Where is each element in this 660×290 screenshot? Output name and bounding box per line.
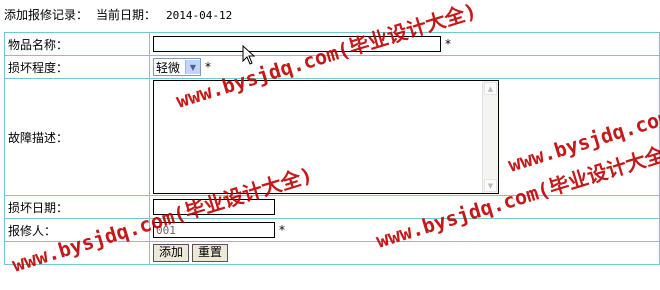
damage-level-cell: 轻微 ▼ * bbox=[149, 55, 660, 79]
buttons-cell: 添加 重置 bbox=[149, 241, 660, 265]
scroll-up-icon[interactable]: ▲ bbox=[484, 82, 497, 95]
empty-cell bbox=[4, 241, 150, 265]
scroll-down-icon[interactable]: ▼ bbox=[484, 179, 497, 192]
repair-form-table: 物品名称： * 损坏程度： 轻微 ▼ * 故障描述： ▲ ▼ 损坏日期： 报修人… bbox=[4, 32, 660, 265]
current-date: 2014-04-12 bbox=[166, 9, 233, 22]
row-reporter: 报修人： * bbox=[4, 218, 660, 242]
chevron-down-icon[interactable]: ▼ bbox=[185, 60, 200, 74]
add-button[interactable]: 添加 bbox=[153, 244, 190, 262]
required-mark: * bbox=[445, 37, 451, 51]
reporter-input[interactable] bbox=[153, 222, 275, 238]
item-name-input[interactable] bbox=[153, 36, 441, 52]
description-textarea[interactable]: ▲ ▼ bbox=[153, 80, 499, 194]
damage-date-input[interactable] bbox=[153, 199, 275, 215]
description-label: 故障描述： bbox=[4, 78, 150, 196]
row-description: 故障描述： ▲ ▼ bbox=[4, 78, 660, 196]
reporter-cell: * bbox=[149, 218, 660, 242]
damage-level-select[interactable]: 轻微 ▼ bbox=[153, 58, 201, 76]
row-damage-level: 损坏程度： 轻微 ▼ * bbox=[4, 55, 660, 79]
scrollbar[interactable]: ▲ ▼ bbox=[482, 81, 498, 193]
date-label: 当前日期： bbox=[96, 8, 157, 22]
item-name-label: 物品名称： bbox=[4, 32, 150, 56]
item-name-cell: * bbox=[149, 32, 660, 56]
description-cell: ▲ ▼ bbox=[149, 78, 660, 196]
required-mark: * bbox=[205, 60, 211, 74]
damage-date-cell bbox=[149, 195, 660, 219]
reset-button[interactable]: 重置 bbox=[192, 244, 229, 262]
header-label: 添加报修记录： bbox=[4, 8, 89, 22]
row-buttons: 添加 重置 bbox=[4, 241, 660, 265]
row-damage-date: 损坏日期： bbox=[4, 195, 660, 219]
damage-level-label: 损坏程度： bbox=[4, 55, 150, 79]
required-mark: * bbox=[279, 223, 285, 237]
damage-level-value: 轻微 bbox=[156, 60, 181, 75]
row-item-name: 物品名称： * bbox=[4, 32, 660, 56]
damage-date-label: 损坏日期： bbox=[4, 195, 150, 219]
page-header: 添加报修记录： 当前日期： 2014-04-12 bbox=[4, 7, 232, 23]
reporter-label: 报修人： bbox=[4, 218, 150, 242]
